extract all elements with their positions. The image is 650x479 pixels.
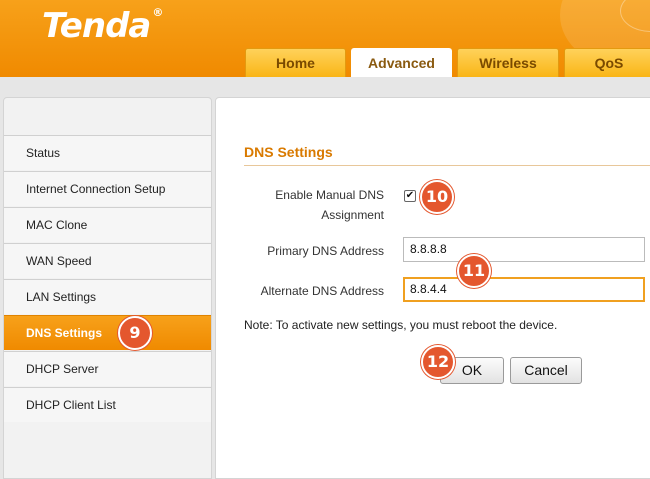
manual-dns-checkbox[interactable]: ✔	[404, 190, 416, 202]
sidebar-item-lan-settings[interactable]: LAN Settings	[4, 279, 211, 314]
tab-home[interactable]: Home	[245, 48, 346, 77]
tab-wireless[interactable]: Wireless	[457, 48, 559, 77]
alternate-dns-label: Alternate DNS Address	[260, 284, 384, 298]
primary-dns-label: Primary DNS Address	[267, 244, 384, 258]
callout-badge-9: 9	[118, 316, 152, 350]
callout-badge-11: 11	[457, 254, 491, 288]
tab-advanced[interactable]: Advanced	[351, 48, 452, 77]
sidebar-item-dhcp-server[interactable]: DHCP Server	[4, 351, 211, 386]
sidebar-item-internet-connection-setup[interactable]: Internet Connection Setup	[4, 171, 211, 206]
alternate-dns-input[interactable]: 8.8.4.4	[403, 277, 645, 302]
sidebar-item-dns-settings[interactable]: DNS Settings	[4, 315, 211, 350]
section-title: DNS Settings	[244, 144, 333, 160]
logo-registered-mark: ®	[152, 6, 163, 19]
sidebar-item-dhcp-client-list[interactable]: DHCP Client List	[4, 387, 211, 422]
sidebar-item-status[interactable]: Status	[4, 135, 211, 170]
reboot-note: Note: To activate new settings, you must…	[244, 318, 558, 332]
sidebar-nav: Status Internet Connection Setup MAC Clo…	[3, 97, 212, 479]
callout-badge-10: 10	[420, 180, 454, 214]
tenda-logo: Tenda ®	[42, 6, 163, 46]
sidebar-item-mac-clone[interactable]: MAC Clone	[4, 207, 211, 242]
logo-text: Tenda	[42, 6, 151, 46]
section-divider	[244, 165, 650, 166]
sidebar-item-wan-speed[interactable]: WAN Speed	[4, 243, 211, 278]
primary-dns-input[interactable]: 8.8.8.8	[403, 237, 645, 262]
callout-badge-12: 12	[421, 345, 455, 379]
tab-qos[interactable]: QoS	[564, 48, 650, 77]
cancel-button[interactable]: Cancel	[510, 357, 582, 384]
header-bar: Tenda ® Home Advanced Wireless QoS	[0, 0, 650, 77]
manual-dns-label: Enable Manual DNS Assignment	[275, 188, 384, 222]
